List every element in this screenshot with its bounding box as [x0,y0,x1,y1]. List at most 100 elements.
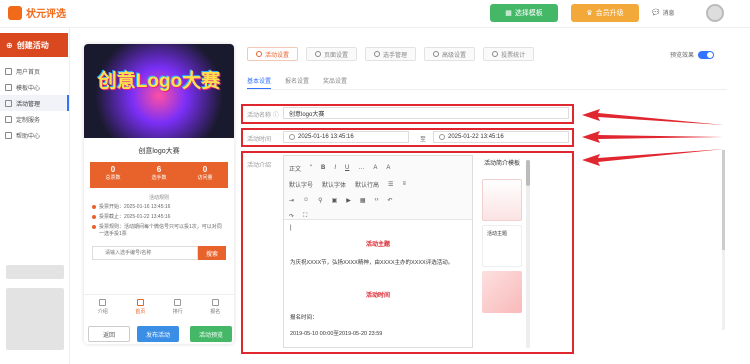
nav-intro[interactable]: 介绍 [84,299,122,315]
paragraph-select[interactable]: 正文 [289,164,301,173]
template-card[interactable]: 活动主题 [482,225,522,267]
indent-icon[interactable]: ⇥ [289,197,294,204]
time-separator: 至 [420,137,427,143]
tab-vote-statistics[interactable]: 投票统计 [483,47,535,61]
subtab-prize[interactable]: 奖品设置 [323,76,347,89]
nav-ranking[interactable]: 排行 [159,299,197,315]
sidebar-item-custom-service[interactable]: 定制服务 [0,111,69,127]
brand-name: 状元评选 [26,9,66,20]
clock-icon [439,134,445,140]
font-color-button[interactable]: A [373,165,377,171]
brand-logo[interactable]: 状元评选 [8,5,66,20]
settings-tabs: 活动设置 页面设置 选手管理 高级设置 投票统计 [247,47,535,61]
tab-page-settings[interactable]: 页面设置 [306,47,358,61]
rule-line: 投票截止：2025-01-22 13:45:16 [84,214,234,221]
font-size-select[interactable]: 默认字号 [289,180,313,189]
table-icon[interactable]: ▦ [360,197,366,204]
brand-mark-icon [8,5,22,20]
background-color-button[interactable]: A [386,165,390,171]
nav-signup[interactable]: 报名 [197,299,235,315]
blurred-qr-code [6,288,64,350]
undo-icon[interactable]: ↶ [388,197,393,204]
more-button[interactable]: … [358,165,364,171]
preview-button[interactable]: 活动预览 [190,326,232,342]
link-icon[interactable]: ⚲ [318,197,322,204]
publish-button[interactable]: 发布活动 [137,326,179,342]
blurred-area [6,265,64,279]
vip-icon: ♛ [586,10,593,17]
nav-home[interactable]: 首页 [122,299,160,315]
intro-icon [99,299,107,306]
template-scrollbar[interactable] [526,160,530,348]
stats-bar: 0 总票数 6 选手数 0 访问量 [90,162,228,188]
preview-search-button[interactable]: 搜索 [198,246,226,260]
sidebar-item-templates[interactable]: 模板中心 [0,79,69,95]
annotation-arrows [582,109,724,166]
rules-heading: 活动规则 [148,195,169,201]
sidebar-item-label: 活动管理 [16,101,41,108]
start-time-input[interactable]: 2025-01-16 13:45:16 [283,131,409,143]
user-avatar[interactable] [706,4,724,22]
line-height-select[interactable]: 默认行高 [355,180,379,189]
sidebar-item-help[interactable]: 帮助中心 [0,127,69,143]
template-card[interactable] [482,179,522,221]
banner-title: 创意Logo大赛 [97,71,221,92]
subtab-signup[interactable]: 报名设置 [285,76,309,89]
preview-search-input[interactable] [92,246,198,260]
video-icon[interactable]: ▶ [346,197,351,204]
image-icon[interactable]: ▣ [332,197,338,204]
sidebar-item-label: 用户首页 [16,69,41,76]
message-link[interactable]: 💬 消息 [652,8,675,17]
create-activity-button[interactable]: ⊕ 创建活动 [0,33,68,57]
activity-banner-image: 创意Logo大赛 [84,44,234,138]
rich-text-editor[interactable]: 正文 “ B I U … A A 默认字号 默认字体 默认行高 ☰ ≡ ⇥ ☺ … [283,155,473,348]
subtab-basic[interactable]: 基本设置 [247,76,272,89]
quote-button[interactable]: “ [310,165,312,171]
clock-icon [289,134,295,140]
template-panel-title: 活动简介模板 [483,161,520,167]
end-time-input[interactable]: 2025-01-22 13:45:16 [433,131,569,143]
preview-search: 搜索 [92,246,226,260]
tab-contestant-management[interactable]: 选手管理 [365,47,417,61]
italic-button[interactable]: I [334,165,336,171]
content-heading: 活动时间 [365,293,390,299]
page-icon [315,51,322,57]
activity-name-input[interactable]: 创意logo大赛 [283,107,569,119]
toggle-switch[interactable] [698,50,715,59]
back-button[interactable]: 返回 [88,326,130,342]
template-icon [5,83,12,91]
tab-activity-settings[interactable]: 活动设置 [247,47,299,61]
vip-upgrade-label: 会员升级 [595,10,624,17]
sidebar-item-label: 帮助中心 [16,133,41,140]
home-icon [136,299,144,306]
editor-toolbar: 正文 “ B I U … A A 默认字号 默认字体 默认行高 ☰ ≡ ⇥ ☺ … [284,156,472,220]
preview-effect-toggle[interactable]: 预览效果 [670,50,715,59]
list-icon [5,99,12,107]
editor-content[interactable]: | 活动主题 为庆祝XXXX节，弘扬XXXX精神，由XXXX主办的XXXX评选活… [284,220,472,342]
list-icon[interactable]: ☰ [388,181,393,188]
toggle-label: 预览效果 [670,53,695,59]
stat-visits: 0 访问量 [197,165,213,181]
font-family-select[interactable]: 默认字体 [322,180,346,189]
sidebar-item-activity-management[interactable]: 活动管理 [0,95,69,111]
plus-icon: ⊕ [6,40,13,50]
signup-icon [211,299,219,306]
content-paragraph: 为庆祝XXXX节，弘扬XXXX精神，由XXXX主办的XXXX评选活动。 [290,260,454,266]
ordered-list-icon[interactable]: ≡ [402,181,406,187]
emoji-icon[interactable]: ☺ [303,197,309,203]
content-paragraph: 报名时间： [290,315,318,321]
underline-button[interactable]: U [345,165,349,171]
code-icon[interactable]: ‹› [375,197,379,203]
create-activity-label: 创建活动 [16,40,49,50]
sidebar-item-home[interactable]: 用户首页 [0,63,69,79]
tab-advanced-settings[interactable]: 高级设置 [424,47,476,61]
fullscreen-icon[interactable]: ⛶ [303,213,307,220]
redo-icon[interactable]: ↷ [289,213,294,220]
vip-upgrade-button[interactable]: ♛ 会员升级 [571,4,639,22]
ranking-icon [174,299,182,306]
end-time-value: 2025-01-22 13:45:16 [448,134,504,140]
choose-template-button[interactable]: ▦ 选择模板 [490,4,558,22]
template-card[interactable] [482,271,522,313]
bold-button[interactable]: B [321,165,325,171]
sidebar: ⊕ 创建活动 用户首页 模板中心 活动管理 定制服务 帮助中心 [0,28,70,364]
